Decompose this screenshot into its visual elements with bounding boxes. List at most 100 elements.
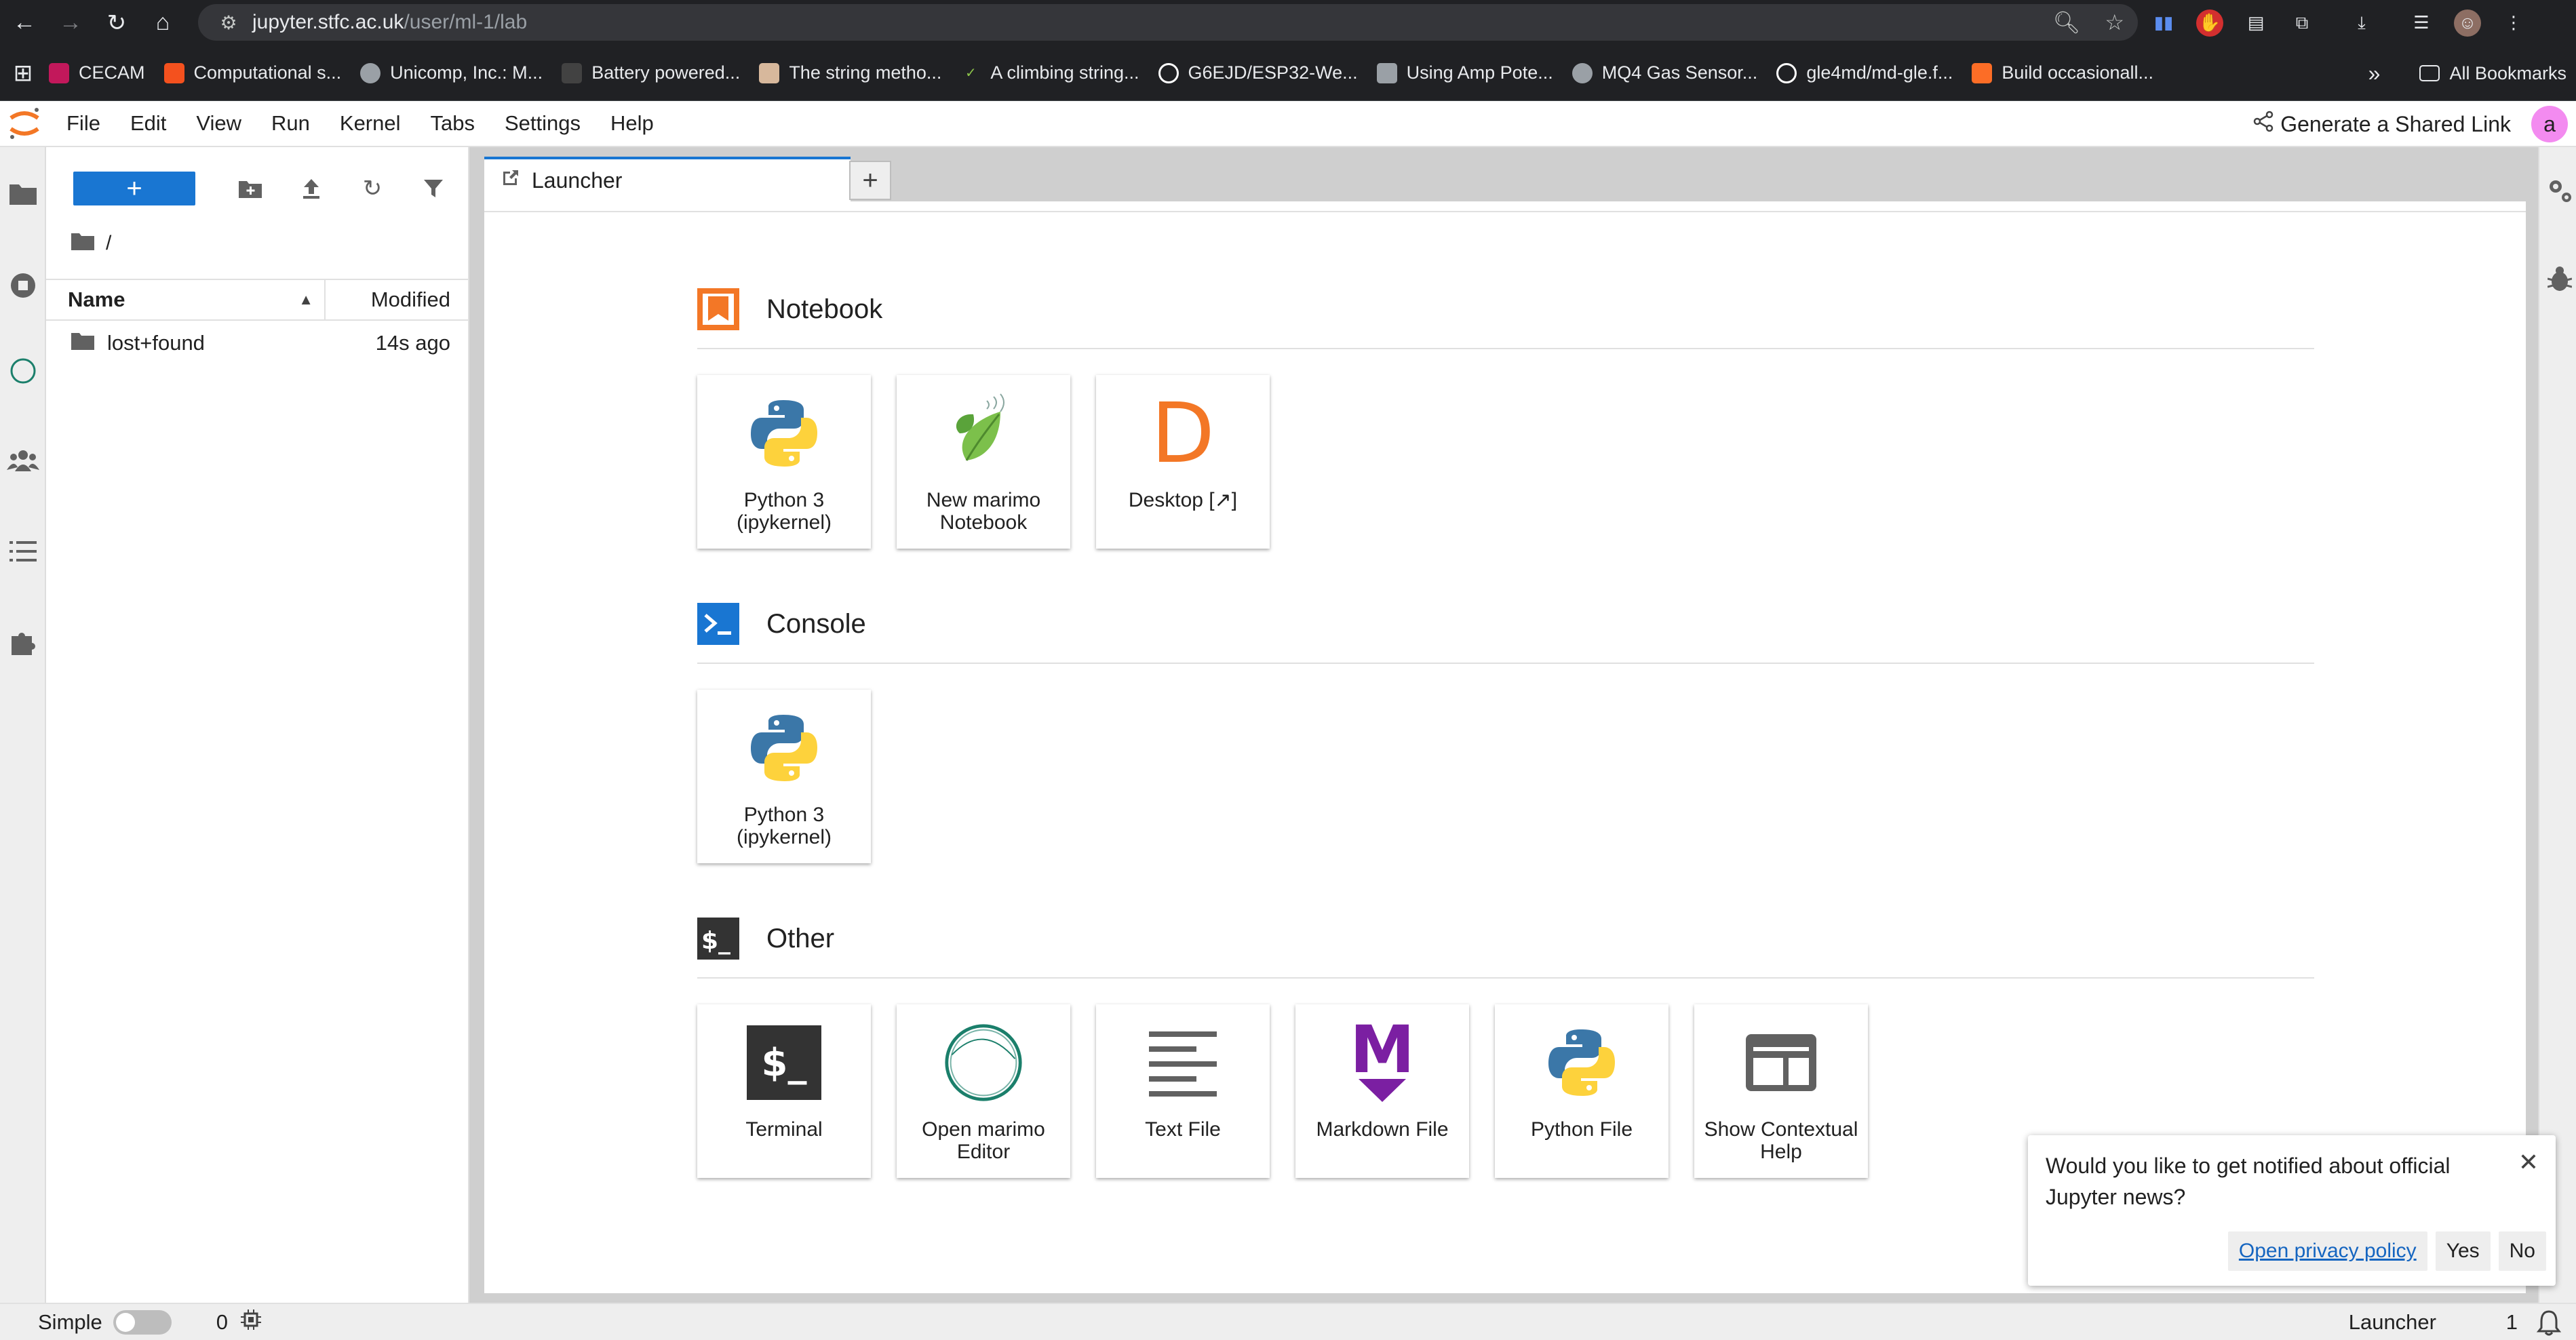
extensions-puzzle-icon[interactable] — [3, 622, 43, 663]
simple-mode-toggle[interactable] — [113, 1309, 172, 1335]
launcher-card-show-contextual-help[interactable]: Show Contextual Help — [1694, 1004, 1868, 1178]
section-divider — [697, 663, 2314, 664]
extensions-puzzle-icon[interactable]: ⧉ — [2288, 9, 2316, 37]
folder-icon — [2419, 65, 2440, 81]
launcher-card-new-marimo-notebook[interactable]: New marimo Notebook — [897, 375, 1070, 549]
launcher-card-python-file[interactable]: Python File — [1495, 1004, 1668, 1178]
bookmark-item[interactable]: CECAM — [39, 53, 155, 94]
breadcrumb-root[interactable]: / — [106, 232, 111, 255]
extension-adblock-icon[interactable]: ✋ — [2196, 9, 2223, 37]
launcher-panel: Notebook Python 3 (ipykernel) New marimo… — [484, 201, 2526, 1293]
apps-grid-icon[interactable]: ⊞ — [7, 53, 39, 94]
running-sessions-icon[interactable] — [3, 265, 43, 306]
launcher-card-text-file[interactable]: Text File — [1096, 1004, 1270, 1178]
bookmark-item[interactable]: ✓ A climbing string... — [951, 53, 1148, 94]
marimo-sidebar-icon[interactable] — [3, 351, 43, 391]
console-section-icon — [696, 602, 741, 646]
modified-column-header[interactable]: Modified — [371, 280, 450, 319]
collaborators-icon[interactable] — [3, 440, 43, 481]
section-divider — [697, 977, 2314, 979]
menu-help[interactable]: Help — [596, 100, 669, 146]
site-info-icon[interactable]: ⚙ — [213, 12, 244, 34]
extension-page-icon[interactable]: ▤ — [2242, 9, 2269, 37]
user-avatar[interactable]: a — [2531, 106, 2568, 142]
other-section-icon: $_ — [696, 916, 741, 961]
launcher-card-desktop[interactable]: D Desktop [↗] — [1096, 375, 1270, 549]
menu-tabs[interactable]: Tabs — [416, 100, 490, 146]
menu-view[interactable]: View — [181, 100, 256, 146]
add-tab-button[interactable]: + — [849, 161, 891, 200]
all-bookmarks[interactable]: All Bookmarks — [2410, 53, 2576, 94]
yes-button[interactable]: Yes — [2435, 1231, 2491, 1271]
menu-kernel[interactable]: Kernel — [325, 100, 416, 146]
property-inspector-gear-icon[interactable] — [2546, 177, 2573, 204]
svg-text:M: M — [1352, 1021, 1413, 1088]
building-icon — [1376, 62, 1397, 83]
browser-toolbar: ← → ↻ ⌂ ⚙ jupyter.stfc.ac.uk/user/ml-1/l… — [0, 0, 2576, 45]
new-folder-icon[interactable] — [232, 170, 269, 207]
browser-menu-icon[interactable]: ⋮ — [2500, 9, 2527, 37]
launcher-card-markdown-file[interactable]: M Markdown File — [1295, 1004, 1469, 1178]
breadcrumb-home-folder-icon[interactable] — [71, 231, 95, 256]
extension-chart-icon[interactable]: ▮▮ — [2150, 9, 2177, 37]
profile-avatar-icon[interactable]: ☺ — [2454, 9, 2481, 37]
menu-edit[interactable]: Edit — [115, 100, 181, 146]
bookmark-item[interactable]: gle4md/md-gle.f... — [1767, 53, 1962, 94]
launcher-card-python3-console[interactable]: Python 3 (ipykernel) — [697, 690, 871, 863]
debugger-bug-icon[interactable] — [2547, 265, 2575, 292]
section-notebook: Notebook — [696, 285, 882, 333]
bookmark-item[interactable]: Battery powered... — [552, 53, 749, 94]
news-notification: Would you like to get notified about off… — [2028, 1135, 2556, 1286]
bookmark-item[interactable]: G6EJD/ESP32-We... — [1149, 53, 1367, 94]
launcher-card-terminal[interactable]: $_ Terminal — [697, 1004, 871, 1178]
launcher-tab-icon — [501, 168, 521, 193]
kernel-count[interactable]: 0 — [216, 1310, 228, 1335]
bookmark-item[interactable]: Unicomp, Inc.: M... — [351, 53, 552, 94]
globe-icon — [1572, 62, 1593, 83]
generate-shared-link-button[interactable]: Generate a Shared Link — [2252, 101, 2511, 147]
media-control-icon[interactable]: ☰ — [2408, 9, 2435, 37]
bookmark-item[interactable]: Using Amp Pote... — [1367, 53, 1563, 94]
open-privacy-policy-link[interactable]: Open privacy policy — [2227, 1231, 2427, 1271]
refresh-icon[interactable]: ↻ — [354, 170, 391, 207]
filter-icon[interactable] — [415, 170, 452, 207]
upload-icon[interactable] — [293, 170, 330, 207]
zoom-icon[interactable]: 🔍︎ — [2053, 9, 2081, 35]
more-bookmarks-icon[interactable]: » — [2359, 53, 2390, 94]
bookmark-item[interactable]: Build occasionall... — [1962, 53, 2163, 94]
bookmark-star-icon[interactable]: ☆ — [2105, 9, 2124, 35]
kernel-chip-icon[interactable] — [240, 1309, 262, 1336]
close-icon[interactable]: ✕ — [2515, 1148, 2542, 1176]
bookmark-item[interactable]: MQ4 Gas Sensor... — [1563, 53, 1768, 94]
cecam-icon — [49, 62, 69, 83]
bookmark-item[interactable]: Computational s... — [155, 53, 351, 94]
file-list-item[interactable]: lost+found 14s ago — [46, 322, 469, 364]
menu-file[interactable]: File — [52, 100, 115, 146]
address-url[interactable]: jupyter.stfc.ac.uk/user/ml-1/lab — [252, 11, 527, 34]
bookmark-item[interactable]: The string metho... — [749, 53, 951, 94]
back-icon[interactable]: ← — [3, 1, 46, 45]
file-browser-folder-icon[interactable] — [3, 173, 43, 214]
new-launcher-button[interactable]: + — [73, 172, 195, 205]
text-file-icon — [1142, 1022, 1224, 1103]
forward-icon[interactable]: → — [49, 1, 92, 45]
launcher-card-python3-notebook[interactable]: Python 3 (ipykernel) — [697, 375, 871, 549]
no-button[interactable]: No — [2498, 1231, 2546, 1271]
tab-launcher[interactable]: Launcher — [484, 157, 851, 201]
downloads-icon[interactable]: ⤓ — [2348, 9, 2375, 37]
markdown-icon: M — [1342, 1021, 1423, 1103]
home-icon[interactable]: ⌂ — [141, 1, 184, 45]
notification-bell-icon[interactable] — [2535, 1309, 2562, 1340]
left-sidebar — [0, 147, 46, 1303]
menu-run[interactable]: Run — [256, 100, 325, 146]
address-bar[interactable]: ⚙ jupyter.stfc.ac.uk/user/ml-1/lab 🔍︎ ☆ — [198, 4, 2138, 41]
name-column-header[interactable]: Name ▲ — [68, 280, 326, 319]
table-of-contents-icon[interactable] — [3, 531, 43, 572]
file-browser-panel: + ↻ / Name ▲ Modified lost+found 14s ago — [46, 147, 469, 1303]
reload-icon[interactable]: ↻ — [95, 1, 138, 45]
file-list-header: Name ▲ Modified — [46, 279, 469, 321]
launcher-card-open-marimo-editor[interactable]: Open marimo Editor — [897, 1004, 1070, 1178]
sort-ascending-icon: ▲ — [298, 291, 313, 308]
menu-settings[interactable]: Settings — [490, 100, 596, 146]
marimo-ring-icon — [943, 1022, 1024, 1103]
